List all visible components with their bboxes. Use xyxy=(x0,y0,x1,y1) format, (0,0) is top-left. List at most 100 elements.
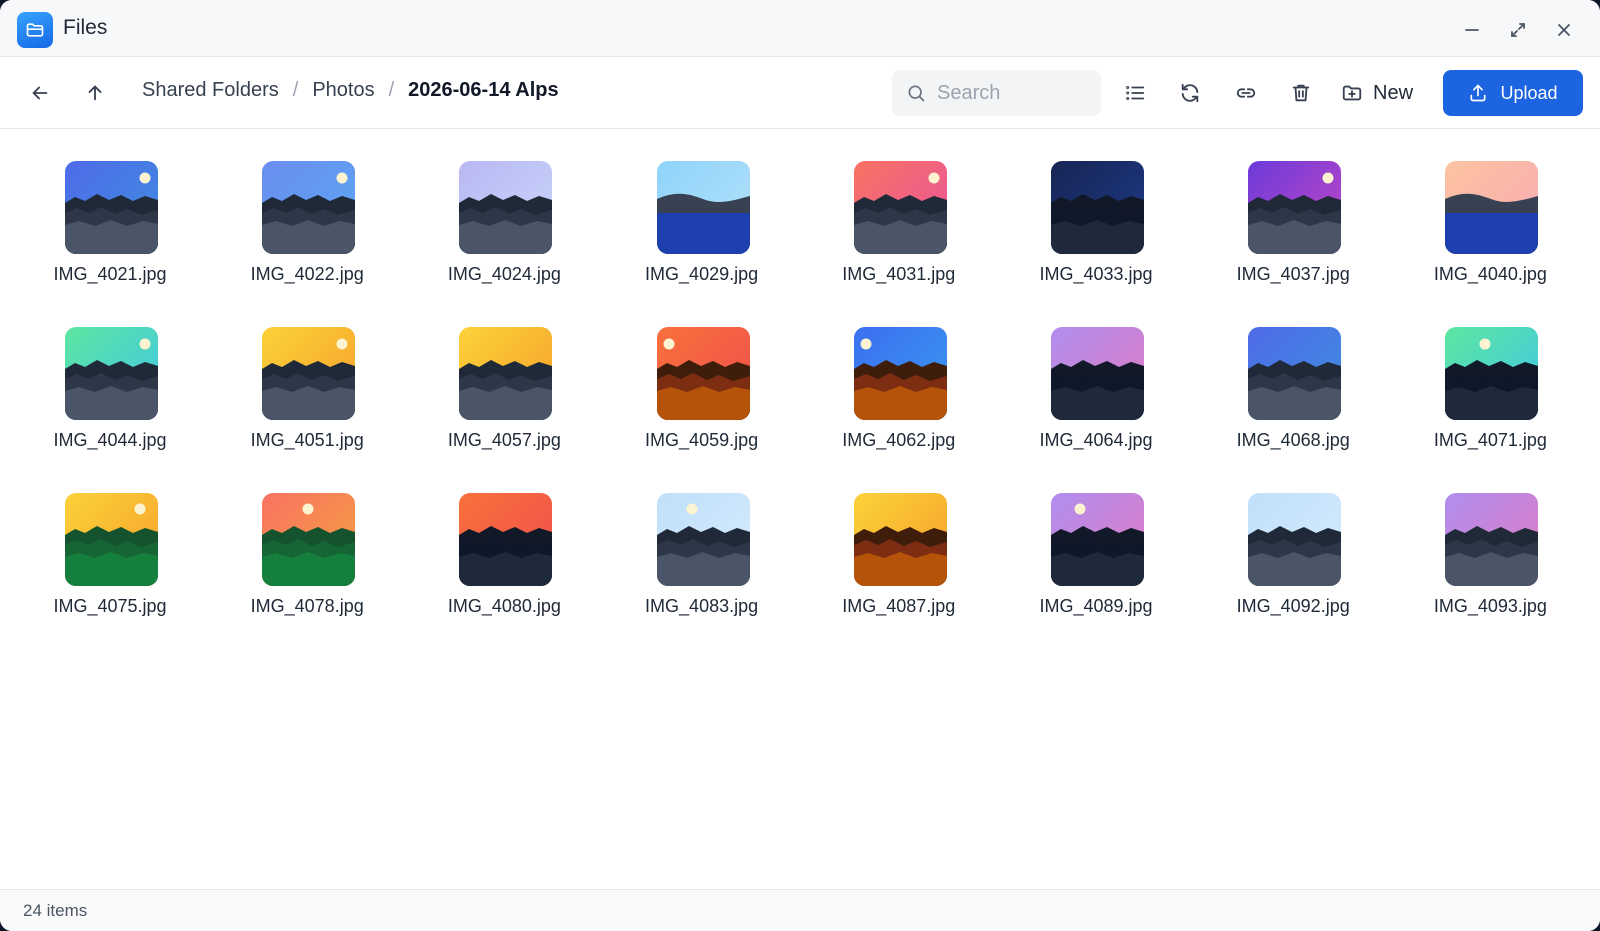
file-item[interactable]: IMG_4068.jpg xyxy=(1203,327,1383,467)
image-thumbnail xyxy=(1248,493,1342,586)
file-item[interactable]: IMG_4062.jpg xyxy=(809,327,989,467)
file-name: IMG_4083.jpg xyxy=(645,596,759,616)
file-name: IMG_4051.jpg xyxy=(250,430,364,450)
file-name: IMG_4037.jpg xyxy=(1236,264,1350,284)
upload-button[interactable]: Upload xyxy=(1443,70,1583,116)
link-icon xyxy=(1236,88,1256,98)
file-item[interactable]: IMG_4078.jpg xyxy=(217,493,397,633)
up-button[interactable] xyxy=(77,75,113,111)
file-name: IMG_4068.jpg xyxy=(1236,430,1350,450)
folder-app-icon xyxy=(17,12,53,48)
list-view-button[interactable] xyxy=(1117,75,1153,111)
upload-button-label: Upload xyxy=(1500,82,1558,103)
refresh-button[interactable] xyxy=(1172,75,1208,111)
file-item[interactable]: IMG_4044.jpg xyxy=(20,327,200,467)
trash-icon xyxy=(1292,84,1310,102)
file-item[interactable]: IMG_4064.jpg xyxy=(1006,327,1186,467)
file-item[interactable]: IMG_4057.jpg xyxy=(414,327,594,467)
file-item[interactable]: IMG_4080.jpg xyxy=(414,493,594,633)
arrow-left-icon xyxy=(32,86,48,100)
file-item[interactable]: IMG_4033.jpg xyxy=(1006,161,1186,301)
file-item[interactable]: IMG_4051.jpg xyxy=(217,327,397,467)
minimize-button[interactable] xyxy=(1456,14,1488,46)
new-folder-icon xyxy=(1342,85,1362,101)
file-name: IMG_4092.jpg xyxy=(1236,596,1350,616)
new-button[interactable]: New xyxy=(1341,75,1413,111)
list-view-icon xyxy=(1126,86,1145,100)
file-item[interactable]: IMG_4083.jpg xyxy=(612,493,792,633)
image-thumbnail xyxy=(853,493,947,586)
file-item[interactable]: IMG_4089.jpg xyxy=(1006,493,1186,633)
minimize-icon xyxy=(1465,29,1479,31)
file-item[interactable]: IMG_4024.jpg xyxy=(414,161,594,301)
arrow-up-icon xyxy=(88,85,102,101)
upload-icon xyxy=(1470,84,1486,102)
image-thumbnail xyxy=(656,493,750,586)
status-bar: 24 items xyxy=(0,889,1600,931)
file-item[interactable]: IMG_4037.jpg xyxy=(1203,161,1383,301)
file-item[interactable]: IMG_4059.jpg xyxy=(612,327,792,467)
image-thumbnail xyxy=(1051,493,1144,586)
file-name: IMG_4080.jpg xyxy=(447,596,561,616)
file-name: IMG_4093.jpg xyxy=(1433,596,1547,616)
image-thumbnail xyxy=(65,161,158,254)
file-name: IMG_4087.jpg xyxy=(842,596,956,616)
breadcrumb-item-shared-folders[interactable]: Shared Folders xyxy=(142,79,279,102)
image-thumbnail xyxy=(459,493,553,586)
maximize-button[interactable] xyxy=(1502,14,1534,46)
file-name: IMG_4044.jpg xyxy=(53,430,167,450)
breadcrumb-separator: / xyxy=(292,79,299,101)
file-name: IMG_4064.jpg xyxy=(1039,430,1153,450)
file-grid: IMG_4021.jpg IMG_4022.jpg IMG_4024.jpg IMG_… xyxy=(0,129,1600,889)
refresh-icon xyxy=(1181,83,1199,103)
image-thumbnail xyxy=(459,327,553,420)
file-name: IMG_4059.jpg xyxy=(645,430,759,450)
delete-button[interactable] xyxy=(1283,75,1319,111)
file-name: IMG_4031.jpg xyxy=(842,264,956,284)
file-item[interactable]: IMG_4087.jpg xyxy=(809,493,989,633)
search-icon xyxy=(906,83,926,103)
close-button[interactable] xyxy=(1548,14,1580,46)
search-box[interactable] xyxy=(892,70,1101,116)
file-item[interactable]: IMG_4092.jpg xyxy=(1203,493,1383,633)
image-thumbnail xyxy=(853,327,947,420)
image-thumbnail xyxy=(853,161,947,254)
search-input[interactable] xyxy=(937,81,1087,105)
image-thumbnail xyxy=(459,161,553,254)
breadcrumb-separator: / xyxy=(388,79,395,101)
file-item[interactable]: IMG_4040.jpg xyxy=(1400,161,1580,301)
image-thumbnail xyxy=(262,493,356,586)
file-item[interactable]: IMG_4093.jpg xyxy=(1400,493,1580,633)
maximize-icon xyxy=(1511,23,1525,37)
file-name: IMG_4089.jpg xyxy=(1039,596,1153,616)
image-thumbnail xyxy=(1445,493,1539,586)
file-name: IMG_4033.jpg xyxy=(1039,264,1153,284)
image-thumbnail xyxy=(1051,327,1144,420)
breadcrumb-item-photos[interactable]: Photos xyxy=(312,79,374,102)
item-count: 24 items xyxy=(23,901,88,920)
file-item[interactable]: IMG_4022.jpg xyxy=(217,161,397,301)
new-button-label: New xyxy=(1373,81,1414,104)
file-name: IMG_4075.jpg xyxy=(53,596,167,616)
back-button[interactable] xyxy=(22,75,58,111)
image-thumbnail xyxy=(1248,327,1342,420)
breadcrumb: Shared Folders / Photos / 2026-06-14 Alp… xyxy=(142,79,559,102)
file-manager-window: Files Shared Folders / Photos / 2026-06-… xyxy=(0,0,1600,931)
title-bar: Files xyxy=(0,0,1600,57)
file-item[interactable]: IMG_4075.jpg xyxy=(20,493,200,633)
image-thumbnail xyxy=(656,161,750,254)
file-item[interactable]: IMG_4021.jpg xyxy=(20,161,200,301)
image-thumbnail xyxy=(1248,161,1342,254)
file-item[interactable]: IMG_4071.jpg xyxy=(1400,327,1580,467)
file-item[interactable]: IMG_4031.jpg xyxy=(809,161,989,301)
file-name: IMG_4057.jpg xyxy=(447,430,561,450)
image-thumbnail xyxy=(1445,161,1539,254)
file-name: IMG_4078.jpg xyxy=(250,596,364,616)
toolbar: Shared Folders / Photos / 2026-06-14 Alp… xyxy=(0,57,1600,129)
image-thumbnail xyxy=(65,493,158,586)
file-item[interactable]: IMG_4029.jpg xyxy=(612,161,792,301)
window-title: Files xyxy=(63,16,108,39)
share-link-button[interactable] xyxy=(1228,75,1264,111)
file-name: IMG_4021.jpg xyxy=(53,264,167,284)
image-thumbnail xyxy=(65,327,158,420)
